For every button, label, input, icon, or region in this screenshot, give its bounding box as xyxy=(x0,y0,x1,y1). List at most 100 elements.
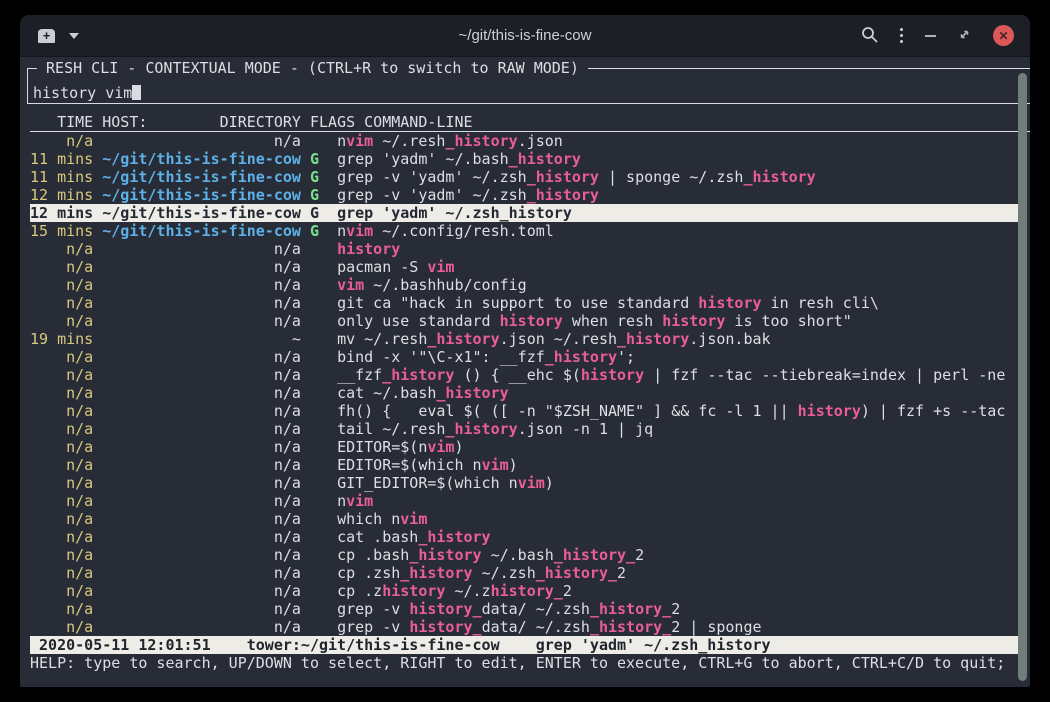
history-row[interactable]: n/a n/a cp .zhistory ~/.zhistory_2 xyxy=(30,582,1030,600)
row-flag xyxy=(310,564,319,582)
row-command: cat .bash_history xyxy=(337,528,491,546)
row-time: n/a xyxy=(30,384,93,402)
row-directory: ~/git/this-is-fine-cow xyxy=(102,222,301,240)
command-match: _history xyxy=(445,420,517,438)
history-row[interactable]: n/a n/a fh() { eval $( ([ -n "$ZSH_NAME"… xyxy=(30,402,1030,420)
row-command: grep -v 'yadm' ~/.zsh_history xyxy=(337,186,599,204)
command-match: history xyxy=(500,312,563,330)
menu-button[interactable] xyxy=(900,23,903,49)
command-text: grep 'yadm' ~/.bash xyxy=(337,150,509,168)
command-match: vim xyxy=(427,438,454,456)
command-text: 2 xyxy=(671,600,680,618)
search-box-title: RESH CLI - CONTEXTUAL MODE - (CTRL+R to … xyxy=(37,59,588,77)
history-row[interactable]: n/a n/a cat .bash_history xyxy=(30,528,1030,546)
scrollbar[interactable] xyxy=(1018,73,1027,681)
command-text: '; xyxy=(617,348,635,366)
row-time: n/a xyxy=(30,564,93,582)
history-row[interactable]: n/a n/a __fzf_history () { __ehc $(histo… xyxy=(30,366,1030,384)
titlebar-left-controls: + xyxy=(20,23,79,49)
search-button[interactable] xyxy=(861,23,878,49)
history-row[interactable]: n/a n/a cp .zsh_history ~/.zsh_history_2 xyxy=(30,564,1030,582)
row-directory: n/a xyxy=(102,438,301,456)
history-row[interactable]: n/a n/a git ca "hack in support to use s… xyxy=(30,294,1030,312)
row-time: n/a xyxy=(30,600,93,618)
restore-button[interactable] xyxy=(958,23,971,49)
command-match: vim xyxy=(482,456,509,474)
command-text: () { __ehc $( xyxy=(454,366,580,384)
help-bar: HELP: type to search, UP/DOWN to select,… xyxy=(30,654,1030,672)
command-match: _history xyxy=(418,528,490,546)
new-tab-icon: + xyxy=(38,29,55,43)
history-row[interactable]: n/a n/a EDITOR=$(which nvim) xyxy=(30,456,1030,474)
restore-icon xyxy=(958,28,971,44)
history-row[interactable]: 12 mins ~/git/this-is-fine-cow G grep -v… xyxy=(30,186,1030,204)
history-row[interactable]: n/a n/a nvim ~/.resh_history.json xyxy=(30,132,1030,150)
history-row[interactable]: n/a n/a only use standard history when r… xyxy=(30,312,1030,330)
command-text: ~/.bashhub/config xyxy=(364,276,527,294)
row-command: vim ~/.bashhub/config xyxy=(337,276,527,294)
search-query-text: history vim xyxy=(33,84,132,102)
history-row[interactable]: n/a n/a tail ~/.resh_history.json -n 1 |… xyxy=(30,420,1030,438)
command-match: vim xyxy=(346,132,373,150)
row-flag xyxy=(310,402,319,420)
row-flag xyxy=(310,474,319,492)
history-row[interactable]: n/a n/a grep -v history_data/ ~/.zsh_his… xyxy=(30,618,1030,636)
command-text: grep -v 'yadm' ~/.zsh xyxy=(337,186,527,204)
history-row[interactable]: n/a n/a cp .bash_history ~/.bash_history… xyxy=(30,546,1030,564)
history-row[interactable]: n/a n/a EDITOR=$(nvim) xyxy=(30,438,1030,456)
command-text: .json xyxy=(518,132,563,150)
row-flag: G xyxy=(310,186,319,204)
row-time: n/a xyxy=(30,402,93,420)
row-directory: n/a xyxy=(102,528,301,546)
row-command: nvim ~/.resh_history.json xyxy=(337,132,563,150)
row-command: cp .zhistory ~/.zhistory_2 xyxy=(337,582,572,600)
row-directory: n/a xyxy=(102,546,301,564)
close-button[interactable]: ✕ xyxy=(993,23,1014,49)
history-row[interactable]: n/a n/a pacman -S vim xyxy=(30,258,1030,276)
command-match: vim xyxy=(337,276,364,294)
row-flag xyxy=(310,546,319,564)
history-row[interactable]: 19 mins ~ mv ~/.resh_history.json ~/.res… xyxy=(30,330,1030,348)
row-time: n/a xyxy=(30,582,93,600)
row-command: pacman -S vim xyxy=(337,258,454,276)
terminal-window: + ~/git/this-is-fine-cow xyxy=(20,15,1030,687)
row-directory: n/a xyxy=(102,564,301,582)
new-tab-button[interactable]: + xyxy=(38,23,55,49)
row-command: bind -x '"\C-x1": __fzf_history'; xyxy=(337,348,635,366)
history-row[interactable]: 12 mins ~/git/this-is-fine-cow G grep 'y… xyxy=(30,204,1022,222)
text-cursor xyxy=(132,85,141,100)
history-row[interactable]: n/a n/a cat ~/.bash_history xyxy=(30,384,1030,402)
command-match: _history xyxy=(400,564,472,582)
command-match: _history xyxy=(743,168,815,186)
row-time: 11 mins xyxy=(30,168,93,186)
history-list: n/a n/a nvim ~/.resh_history.json11 mins… xyxy=(30,132,1030,636)
history-row[interactable]: 15 mins ~/git/this-is-fine-cow G nvim ~/… xyxy=(30,222,1030,240)
history-row[interactable]: n/a n/a GIT_EDITOR=$(which nvim) xyxy=(30,474,1030,492)
row-flag xyxy=(310,294,319,312)
command-text: 2 xyxy=(563,582,572,600)
row-directory: n/a xyxy=(102,294,301,312)
command-match: history_ xyxy=(409,618,481,636)
history-row[interactable]: n/a n/a nvim xyxy=(30,492,1030,510)
row-time: n/a xyxy=(30,492,93,510)
tab-dropdown-button[interactable] xyxy=(69,23,79,49)
history-row[interactable]: n/a n/a grep -v history_data/ ~/.zsh_his… xyxy=(30,600,1030,618)
row-directory: n/a xyxy=(102,456,301,474)
row-directory: n/a xyxy=(102,582,301,600)
row-flag xyxy=(310,438,319,456)
search-input[interactable]: history vim xyxy=(33,84,141,102)
history-row[interactable]: n/a n/a bind -x '"\C-x1": __fzf_history'… xyxy=(30,348,1030,366)
row-directory: n/a xyxy=(102,384,301,402)
history-row[interactable]: n/a n/a which nvim xyxy=(30,510,1030,528)
command-match: history xyxy=(798,402,861,420)
minimize-button[interactable] xyxy=(925,23,936,49)
history-row[interactable]: 11 mins ~/git/this-is-fine-cow G grep 'y… xyxy=(30,150,1030,168)
command-text: git ca "hack in support to use standard xyxy=(337,294,698,312)
history-row[interactable]: 11 mins ~/git/this-is-fine-cow G grep -v… xyxy=(30,168,1030,186)
row-flag xyxy=(310,330,319,348)
desktop-background: + ~/git/this-is-fine-cow xyxy=(0,0,1050,702)
history-row[interactable]: n/a n/a history xyxy=(30,240,1030,258)
history-row[interactable]: n/a n/a vim ~/.bashhub/config xyxy=(30,276,1030,294)
command-text: EDITOR=$(n xyxy=(337,438,427,456)
row-command: cp .bash_history ~/.bash_history_2 xyxy=(337,546,644,564)
